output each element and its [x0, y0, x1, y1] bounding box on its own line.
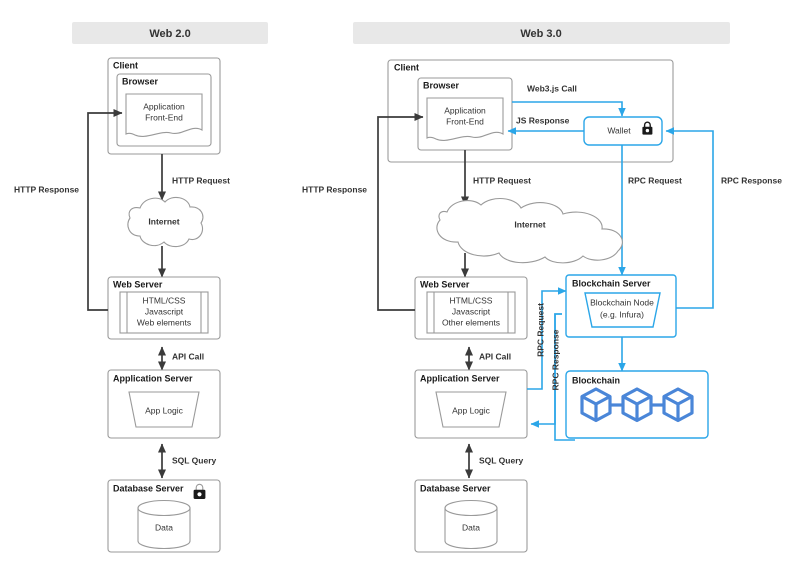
web3-client-label: Client [394, 62, 419, 72]
web3-web-server-box: Web Server HTML/CSS Javascript Other ele… [414, 276, 528, 340]
web3-database-server-label: Database Server [420, 483, 491, 493]
web3-rpc-request-vertical-label: RPC Request [535, 303, 545, 357]
web3-application-server-box: Application Server App Logic [414, 369, 528, 439]
web3-http-request-label: HTTP Request [473, 175, 531, 185]
web3-wallet-label: Wallet [607, 125, 631, 135]
web3-blockchain-box: Blockchain [565, 370, 709, 439]
web3-sql-query-label: SQL Query [479, 455, 524, 465]
web3-web3js-call-label: Web3.js Call [527, 83, 577, 93]
web2-header: Web 2.0 [72, 22, 268, 44]
web3-webserver-item-2: Other elements [442, 317, 500, 327]
web3-app-server-label: Application Server [420, 373, 500, 383]
web3-frontend-line2: Front-End [446, 116, 484, 126]
web3-web-server-process: HTML/CSS Javascript Other elements [426, 291, 516, 334]
web3-webserver-item-0: HTML/CSS [450, 295, 493, 305]
web2-frontend-line1: Application [143, 101, 185, 111]
web2-api-call-label: API Call [172, 351, 204, 361]
web3-blockchain-node-line1: Blockchain Node [590, 297, 654, 307]
web2-http-request-label: HTTP Request [172, 175, 230, 185]
web3-wallet-box[interactable]: Wallet [583, 116, 663, 146]
web3-header: Web 3.0 [353, 22, 730, 44]
web2-frontend-line2: Front-End [145, 112, 183, 122]
web3-frontend-line1: Application [444, 105, 486, 115]
web2-database-server-box: Database Server Data [107, 479, 221, 553]
web2-webserver-item-2: Web elements [137, 317, 191, 327]
web3-blockchain-label: Blockchain [572, 375, 620, 385]
web2-webserver-item-0: HTML/CSS [143, 295, 186, 305]
web3-browser-label: Browser [423, 80, 460, 90]
web2-http-response-label: HTTP Response [14, 184, 79, 194]
web2-web-server-label: Web Server [113, 279, 163, 289]
web2-data-label: Data [155, 522, 173, 532]
web2-web-server-box: Web Server HTML/CSS Javascript Web eleme… [107, 276, 221, 340]
web3-app-logic-label: App Logic [452, 405, 491, 415]
web2-client-label: Client [113, 60, 138, 70]
web2-web-server-process: HTML/CSS Javascript Web elements [119, 291, 209, 334]
web3-blockchain-server-box: Blockchain Server Blockchain Node (e.g. … [565, 274, 677, 338]
web2-application-server-box: Application Server App Logic [107, 369, 221, 439]
web3-js-response-label: JS Response [516, 115, 570, 125]
web3-rpc-response-vertical-label: RPC Response [550, 329, 560, 390]
web2-title: Web 2.0 [149, 28, 190, 40]
architecture-diagram: Web 2.0 Web 3.0 Client Browser Applicati… [0, 0, 800, 580]
web3-rpc-response-top-label: RPC Response [721, 175, 782, 185]
web3-api-call-label: API Call [479, 351, 511, 361]
web3-http-response-label: HTTP Response [302, 184, 367, 194]
web2-internet-label: Internet [148, 216, 179, 226]
web2-internet-cloud: Internet [127, 196, 204, 248]
web2-app-logic-label: App Logic [145, 405, 184, 415]
web3-rpc-request-top-label: RPC Request [628, 175, 682, 185]
web3-internet-label: Internet [514, 219, 545, 229]
web3-webserver-item-1: Javascript [452, 306, 491, 316]
web3-data-cylinder: Data [444, 499, 498, 550]
web3-title: Web 3.0 [520, 28, 561, 40]
web3-blockchain-server-label: Blockchain Server [572, 278, 651, 288]
web2-webserver-item-1: Javascript [145, 306, 184, 316]
web2-database-server-label: Database Server [113, 483, 184, 493]
web3-database-server-box: Database Server Data [414, 479, 528, 553]
web3-data-label: Data [462, 522, 480, 532]
web2-sql-query-label: SQL Query [172, 455, 217, 465]
web2-browser-label: Browser [122, 76, 159, 86]
web2-app-server-label: Application Server [113, 373, 193, 383]
web3-web-server-label: Web Server [420, 279, 470, 289]
web2-data-cylinder: Data [137, 499, 191, 550]
web3-blockchain-node-line2: (e.g. Infura) [600, 309, 644, 319]
